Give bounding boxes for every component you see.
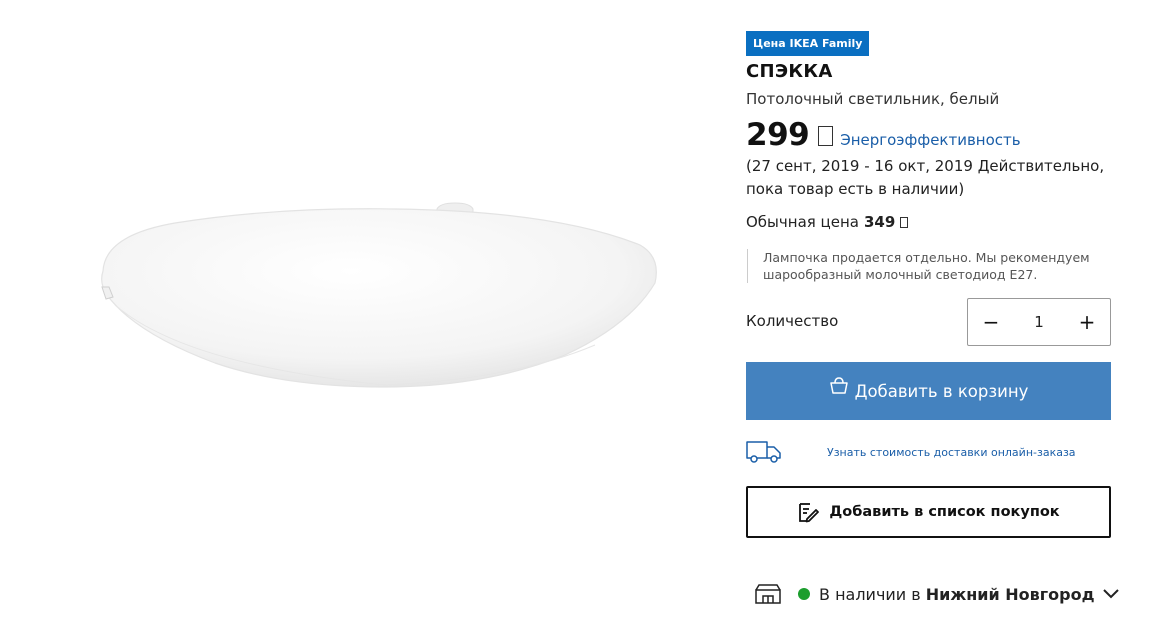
energy-efficiency-link[interactable]: Энергоэффективность [840,131,1020,149]
shopping-list-edit-icon [799,503,820,523]
stock-text: В наличии в [819,584,921,604]
quantity-label: Количество [746,312,839,330]
delivery-truck-icon [746,441,781,463]
price-row: 299 Энергоэффективность [746,117,1021,157]
product-image [101,202,657,388]
price-validity: (27 сент, 2019 - 16 окт, 2019 Действител… [746,157,1105,198]
stock-city[interactable]: Нижний Новгород [926,585,1095,604]
bulb-notice: Лампочка продается отдельно. Мы рекоменд… [747,249,1118,283]
quantity-value[interactable]: 1 [1034,313,1044,331]
add-to-shopping-list-button[interactable]: Добавить в список покупок [746,486,1111,538]
product-description: Потолочный светильник, белый [746,90,1000,108]
product-name: СПЭККА [746,61,833,82]
regular-price: Обычная цена 349 [746,213,909,231]
regular-price-value: 349 [864,213,896,231]
currency-placeholder-icon [900,216,909,228]
add-to-cart-label: Добавить в корзину [854,381,1029,401]
stock-availability: В наличии в Нижний Новгород [755,580,1119,608]
chevron-down-icon[interactable] [1102,589,1119,599]
delivery-cost-link[interactable]: Узнать стоимость доставки онлайн-заказа [827,446,1076,459]
stock-status-dot [798,588,810,600]
regular-price-label: Обычная цена [746,213,859,231]
add-to-cart-button[interactable]: Добавить в корзину [746,362,1111,420]
store-icon [755,584,781,604]
decrease-quantity-button[interactable]: − [968,299,1014,345]
increase-quantity-button[interactable]: + [1064,299,1110,345]
price-value: 299 [746,117,810,153]
delivery-row: Узнать стоимость доставки онлайн-заказа [746,438,1111,466]
quantity-stepper: − 1 + [967,298,1111,346]
shopping-bag-icon [829,377,848,394]
add-to-shopping-list-label: Добавить в список покупок [829,504,1060,520]
ikea-family-price-badge: Цена IKEA Family [746,31,870,56]
currency-placeholder-icon [818,126,834,146]
